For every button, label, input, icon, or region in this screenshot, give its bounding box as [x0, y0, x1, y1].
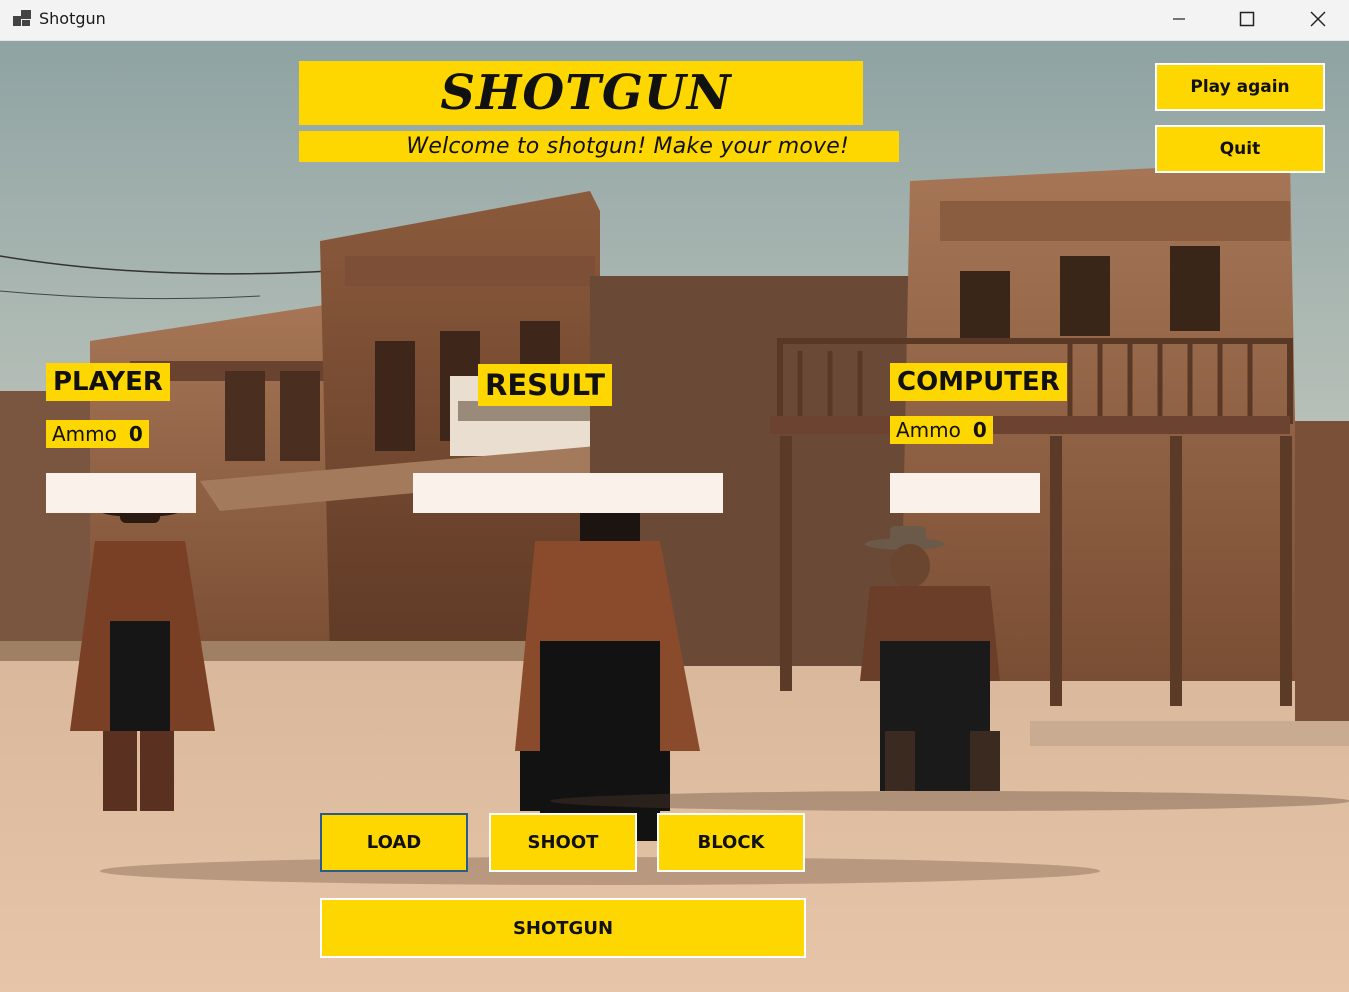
- computer-ammo-label: Ammo: [896, 418, 961, 442]
- player-move-display: [46, 473, 196, 513]
- player-ammo-label: Ammo: [52, 422, 117, 446]
- game-scene: SHOTGUN Welcome to shotgun! Make your mo…: [0, 41, 1349, 992]
- result-display: [413, 473, 723, 513]
- load-button[interactable]: LOAD: [320, 813, 468, 872]
- status-message-banner: Welcome to shotgun! Make your move!: [299, 131, 899, 162]
- computer-heading: COMPUTER: [890, 363, 1067, 401]
- title-bar[interactable]: Shotgun: [0, 0, 1349, 41]
- shotgun-button[interactable]: SHOTGUN: [320, 898, 806, 958]
- shotgun-window: Shotgun SHOTGUN Welcome to shotgun! Make…: [0, 0, 1349, 992]
- minimize-button[interactable]: [1144, 0, 1214, 38]
- result-heading: RESULT: [478, 364, 613, 406]
- player-heading: PLAYER: [46, 363, 170, 401]
- maximize-icon: [1239, 11, 1255, 27]
- player-ammo-value: 0: [128, 422, 143, 446]
- shoot-button[interactable]: SHOOT: [489, 813, 637, 872]
- block-button[interactable]: BLOCK: [657, 813, 805, 872]
- app-window-icon: [13, 10, 31, 26]
- close-icon: [1310, 11, 1326, 27]
- close-button[interactable]: [1283, 0, 1349, 38]
- window-title: Shotgun: [39, 9, 106, 28]
- computer-ammo-value: 0: [972, 418, 987, 442]
- minimize-icon: [1173, 18, 1185, 20]
- status-message: Welcome to shotgun! Make your move!: [406, 134, 849, 159]
- game-title-banner: SHOTGUN: [299, 61, 863, 125]
- quit-button[interactable]: Quit: [1155, 125, 1325, 173]
- computer-move-display: [890, 473, 1040, 513]
- computer-ammo: Ammo 0: [890, 416, 993, 444]
- maximize-button[interactable]: [1212, 0, 1282, 38]
- player-ammo: Ammo 0: [46, 420, 149, 448]
- game-title: SHOTGUN: [440, 65, 732, 121]
- play-again-button[interactable]: Play again: [1155, 63, 1325, 111]
